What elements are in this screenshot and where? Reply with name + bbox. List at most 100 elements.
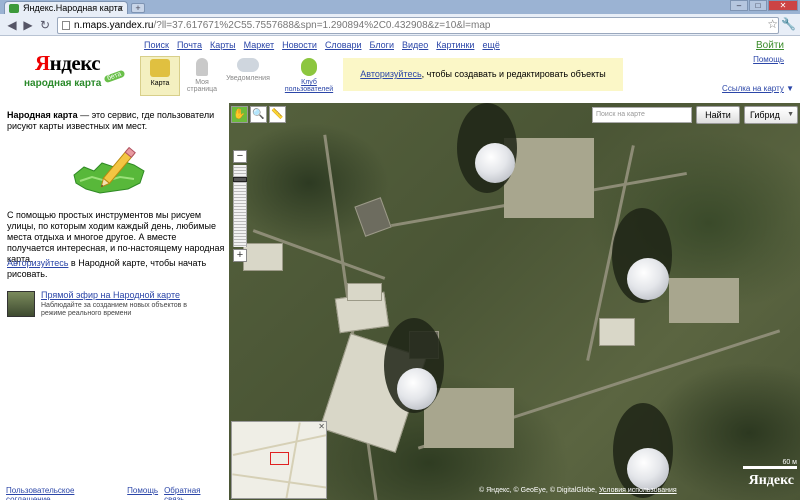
tool-club[interactable]: Клуб пользователей — [284, 56, 334, 96]
yandex-logo[interactable]: Яндекс — [35, 51, 101, 76]
layer-select[interactable]: Гибрид ▼ — [744, 106, 798, 124]
new-tab-button[interactable]: + — [131, 3, 145, 13]
tab-close-icon[interactable]: x — [119, 2, 124, 14]
nav-images[interactable]: Картинки — [436, 40, 474, 50]
nav-more[interactable]: ещё — [482, 40, 499, 50]
close-window-button[interactable]: ✕ — [768, 0, 798, 11]
tool-my-page[interactable]: Моя страница — [182, 56, 222, 96]
map-copyright: © Яндекс, © GeoEye, © DigitalGlobe, Усло… — [479, 487, 677, 494]
page-icon — [62, 21, 70, 30]
terms-of-use-link[interactable]: Условия использования — [599, 487, 677, 494]
nav-video[interactable]: Видео — [402, 40, 428, 50]
overview-minimap[interactable]: ✕ — [231, 421, 327, 499]
site-header: Яндекс народная карта бета Поиск Почта К… — [0, 37, 800, 103]
chevron-down-icon: ▼ — [787, 111, 794, 118]
yandex-favicon-icon — [9, 4, 19, 13]
layer-select-value: Гибрид — [750, 110, 780, 120]
maximize-button[interactable]: □ — [749, 0, 767, 11]
zoom-in-button[interactable]: + — [233, 249, 247, 262]
map-scale: 60 м — [743, 459, 797, 469]
tool-notifications[interactable]: Уведомления — [224, 56, 272, 96]
map-tools: ✋ 🔍 📏 — [231, 106, 286, 123]
logo-subtitle: народная карта — [24, 78, 102, 89]
bookmark-star-icon[interactable]: ☆ — [767, 17, 778, 31]
nav-blogs[interactable]: Блоги — [370, 40, 394, 50]
login-link[interactable]: Войти — [756, 40, 784, 51]
zoom-slider-handle[interactable] — [233, 177, 247, 182]
map-building — [243, 243, 283, 271]
minimap-close-icon[interactable]: ✕ — [318, 422, 325, 431]
map-building — [599, 318, 635, 346]
sidebar: Народная карта — это сервис, где пользов… — [0, 103, 229, 500]
nav-search[interactable]: Поиск — [144, 40, 169, 50]
forward-button[interactable]: ▶ — [20, 17, 36, 33]
tab-title: Яндекс.Народная карта — [23, 3, 123, 13]
description-text: С помощью простых инструментов мы рисуем… — [7, 210, 225, 264]
minimap-road — [232, 473, 326, 489]
speech-bubble-icon — [237, 58, 259, 72]
satellite-map[interactable]: ✋ 🔍 📏 Поиск на карте Найти Гибрид ▼ − + … — [229, 103, 800, 500]
auth-prompt: Авторизуйтесь в Народной карте, чтобы на… — [7, 258, 225, 280]
intro-bold: Народная карта — [7, 110, 78, 120]
live-feed-link[interactable]: Прямой эфир на Народной карте — [41, 290, 180, 300]
zoom-out-button[interactable]: − — [233, 150, 247, 163]
browser-tabstrip: Яндекс.Народная карта x + – □ ✕ — [0, 0, 800, 15]
footer-terms-link[interactable]: Пользовательское соглашение — [6, 486, 121, 500]
tool-notifications-label: Уведомления — [226, 75, 270, 82]
reload-button[interactable]: ↻ — [37, 17, 53, 33]
map-link-label: Ссылка на карту — [722, 84, 784, 93]
map-search-input[interactable]: Поиск на карте — [592, 107, 692, 123]
tool-club-label-1: Клуб — [301, 79, 317, 86]
minimize-button[interactable]: – — [730, 0, 748, 11]
auth-banner-text: , чтобы создавать и редактировать объект… — [421, 69, 606, 79]
nav-maps[interactable]: Карты — [210, 40, 236, 50]
map-pad — [669, 278, 739, 323]
radar-dome — [475, 143, 515, 183]
wrench-menu-icon[interactable]: 🔧 — [781, 17, 796, 31]
auth-banner-link[interactable]: Авторизуйтесь — [360, 69, 421, 79]
beta-badge: бета — [103, 69, 126, 84]
nav-mail[interactable]: Почта — [177, 40, 202, 50]
zoom-slider[interactable] — [233, 165, 247, 247]
map-pad — [504, 138, 594, 218]
auth-prompt-link[interactable]: Авторизуйтесь — [7, 258, 68, 268]
scale-bar — [743, 466, 797, 469]
nav-market[interactable]: Маркет — [244, 40, 274, 50]
map-icon — [150, 59, 170, 77]
help-link[interactable]: Помощь — [753, 55, 784, 64]
address-host: n.maps.yandex.ru — [74, 20, 154, 31]
footer-feedback-link[interactable]: Обратная связь — [164, 486, 223, 500]
map-building — [347, 283, 382, 301]
person-icon — [196, 58, 208, 76]
tool-my-page-label-2: страница — [186, 86, 218, 93]
ruler-tool-icon[interactable]: 📏 — [269, 106, 286, 123]
magnifier-tool-icon[interactable]: 🔍 — [250, 106, 267, 123]
hand-tool-icon[interactable]: ✋ — [231, 106, 248, 123]
logo-rest: ндекс — [49, 51, 101, 75]
browser-tab[interactable]: Яндекс.Народная карта x — [4, 1, 128, 15]
radar-dome — [397, 368, 437, 410]
radar-dome — [627, 258, 669, 300]
map-yandex-logo: Яндекс — [748, 473, 794, 488]
auth-banner: Авторизуйтесь, чтобы создавать и редакти… — [343, 58, 623, 91]
map-link-dropdown[interactable]: Ссылка на карту ▼ — [722, 84, 794, 93]
back-button[interactable]: ◀ — [4, 17, 20, 33]
live-feed-subtitle: Наблюдайте за созданием новых объектов в… — [41, 302, 188, 317]
live-feed-promo: Прямой эфир на Народной карте Наблюдайте… — [7, 289, 225, 321]
window-controls: – □ ✕ — [730, 0, 798, 12]
footer-links: Пользовательское соглашение Помощь Обрат… — [6, 486, 229, 500]
footer-help-link[interactable]: Помощь — [127, 486, 158, 500]
filmstrip-icon — [7, 291, 35, 317]
nav-dictionaries[interactable]: Словари — [325, 40, 362, 50]
find-button[interactable]: Найти — [696, 106, 740, 124]
top-nav: Поиск Почта Карты Маркет Новости Словари… — [144, 40, 508, 50]
tool-map[interactable]: Карта — [140, 56, 180, 96]
nav-news[interactable]: Новости — [282, 40, 317, 50]
address-bar[interactable]: n.maps.yandex.ru/?ll=37.617671%2C55.7557… — [57, 17, 779, 34]
minimap-viewport[interactable] — [270, 452, 289, 465]
address-path: /?ll=37.617671%2C55.7557688&spn=1.290894… — [153, 20, 491, 31]
tool-club-label-2: пользователей — [284, 86, 334, 93]
intro-text: Народная карта — это сервис, где пользов… — [7, 110, 223, 132]
browser-toolbar: ◀ ▶ ↻ n.maps.yandex.ru/?ll=37.617671%2C5… — [0, 14, 800, 36]
club-users-icon — [301, 58, 317, 76]
